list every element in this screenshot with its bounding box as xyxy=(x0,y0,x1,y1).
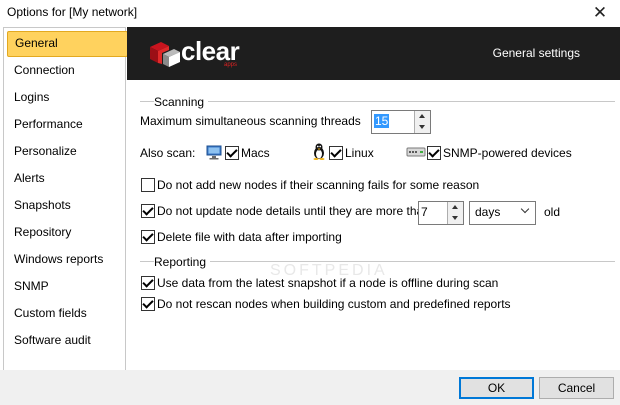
sidebar-item-personalize[interactable]: Personalize xyxy=(7,139,126,163)
age-unit-value: days xyxy=(475,205,501,219)
sidebar-item-software-audit[interactable]: Software audit xyxy=(7,328,126,352)
arrow-down-icon xyxy=(452,216,458,220)
page-title: General settings xyxy=(492,46,580,60)
age-stepper-arrows xyxy=(447,202,463,224)
reporting-group-label: Reporting xyxy=(154,255,211,269)
use-latest-snapshot-checkbox[interactable] xyxy=(141,276,155,290)
no-update-details-checkbox[interactable] xyxy=(141,204,155,218)
arrow-up-icon xyxy=(419,114,425,118)
chevron-down-icon xyxy=(520,204,530,214)
snmp-checkbox[interactable] xyxy=(427,146,441,160)
snmp-label: SNMP-powered devices xyxy=(443,146,572,160)
sidebar-item-general[interactable]: General xyxy=(7,31,128,57)
threads-stepper[interactable]: 15 xyxy=(371,110,431,134)
settings-header: clear apps General settings xyxy=(127,27,620,80)
close-icon[interactable]: ✕ xyxy=(588,1,612,25)
no-rescan-label: Do not rescan nodes when building custom… xyxy=(157,297,511,311)
sidebar-item-snapshots[interactable]: Snapshots xyxy=(7,193,126,217)
macs-label: Macs xyxy=(241,146,270,160)
macs-checkbox[interactable] xyxy=(225,146,239,160)
linux-label: Linux xyxy=(345,146,374,160)
also-scan-label: Also scan: xyxy=(140,146,196,160)
logo-subtext: apps xyxy=(224,62,238,68)
sidebar-nav: General Connection Logins Performance Pe… xyxy=(3,27,128,371)
mac-monitor-icon xyxy=(206,145,222,160)
window-title: Options for [My network] xyxy=(7,5,138,19)
sidebar-item-windows-reports[interactable]: Windows reports xyxy=(7,247,126,271)
threads-stepper-arrows xyxy=(414,111,430,133)
age-stepper[interactable]: 7 xyxy=(418,201,464,225)
delete-file-label: Delete file with data after importing xyxy=(157,230,342,244)
reporting-divider xyxy=(140,261,615,262)
age-value[interactable]: 7 xyxy=(421,205,428,219)
clear-apps-logo: clear apps xyxy=(147,36,267,70)
no-update-details-label: Do not update node details until they ar… xyxy=(157,204,430,218)
use-latest-snapshot-label: Use data from the latest snapshot if a n… xyxy=(157,276,499,290)
logo-cube-icon xyxy=(150,42,180,67)
sidebar-item-repository[interactable]: Repository xyxy=(7,220,126,244)
scanning-divider xyxy=(140,101,615,102)
sidebar-item-alerts[interactable]: Alerts xyxy=(7,166,126,190)
ok-button[interactable]: OK xyxy=(459,377,534,399)
linux-checkbox[interactable] xyxy=(329,146,343,160)
age-suffix-label: old xyxy=(544,205,561,219)
sidebar-item-snmp[interactable]: SNMP xyxy=(7,274,126,298)
threads-down-button[interactable] xyxy=(415,122,430,133)
title-bar: Options for [My network] ✕ xyxy=(0,0,620,26)
no-add-nodes-checkbox[interactable] xyxy=(141,178,155,192)
sidebar-item-logins[interactable]: Logins xyxy=(7,85,126,109)
sidebar-item-connection[interactable]: Connection xyxy=(7,58,126,82)
age-down-button[interactable] xyxy=(448,213,463,224)
no-add-nodes-label: Do not add new nodes if their scanning f… xyxy=(157,178,480,192)
age-unit-select[interactable]: days xyxy=(469,201,536,225)
scanning-group-label: Scanning xyxy=(154,95,209,109)
sidebar-item-performance[interactable]: Performance xyxy=(7,112,126,136)
linux-tux-icon xyxy=(313,143,325,160)
arrow-up-icon xyxy=(452,205,458,209)
sidebar-item-custom-fields[interactable]: Custom fields xyxy=(7,301,126,325)
cancel-button[interactable]: Cancel xyxy=(539,377,614,399)
threads-value[interactable]: 15 xyxy=(374,114,390,128)
dialog-footer: OK Cancel xyxy=(0,370,620,405)
arrow-down-icon xyxy=(419,125,425,129)
network-device-icon xyxy=(406,147,426,157)
delete-file-checkbox[interactable] xyxy=(141,230,155,244)
no-rescan-checkbox[interactable] xyxy=(141,297,155,311)
threads-label: Maximum simultaneous scanning threads xyxy=(140,114,361,128)
